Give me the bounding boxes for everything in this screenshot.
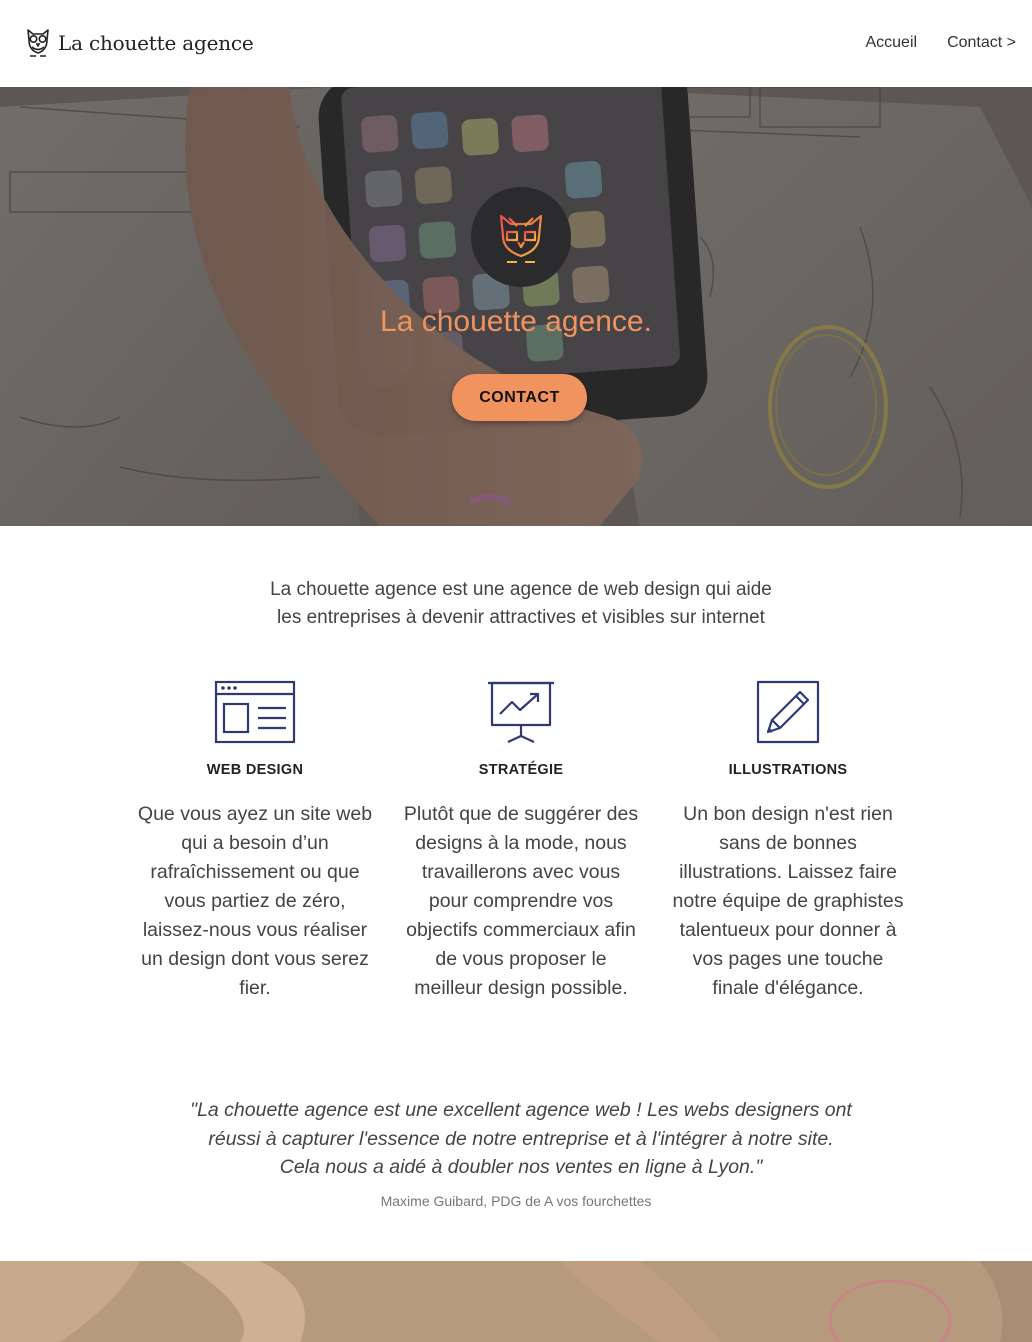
- brand-name: La chouette agence: [58, 31, 254, 55]
- service-text-web-design: Que vous ayez un site web qui a besoin d…: [137, 803, 373, 999]
- service-strategie: STRATÉGIE Plutôt que de suggérer des des…: [401, 680, 641, 1003]
- hero-section: La chouette agence. CONTACT: [0, 87, 1032, 526]
- brand-logo[interactable]: La chouette agence: [24, 26, 254, 60]
- bottom-background-image: [0, 1261, 1032, 1342]
- service-text-illustrations: Un bon design n'est rien sans de bonnes …: [672, 803, 904, 999]
- service-title-strategie: STRATÉGIE: [478, 762, 564, 778]
- site-header: La chouette agence Accueil Contact >: [0, 0, 1032, 87]
- service-text-strategie: Plutôt que de suggérer des designs à la …: [403, 803, 639, 999]
- testimonial-author: Maxime Guibard, PDG de A vos fourchettes: [380, 1193, 652, 1209]
- service-title-illustrations: ILLUSTRATIONS: [728, 762, 848, 778]
- hero-title: La chouette agence.: [380, 305, 652, 338]
- bottom-image-band: [0, 1261, 1032, 1342]
- main-nav: Accueil Contact >: [865, 34, 1016, 52]
- contact-button[interactable]: CONTACT: [452, 374, 587, 421]
- service-illustrations: ILLUSTRATIONS Un bon design n'est rien s…: [668, 680, 908, 1003]
- strategy-chart-icon: [488, 681, 554, 743]
- owl-icon: [27, 29, 49, 57]
- service-title-web-design: WEB DESIGN: [206, 762, 304, 778]
- service-web-design: WEB DESIGN Que vous ayez un site web qui…: [135, 680, 375, 1003]
- nav-link-accueil[interactable]: Accueil: [865, 34, 917, 52]
- intro-text: La chouette agence est une agence de web…: [270, 579, 772, 628]
- testimonial-quote: "La chouette agence est une excellent ag…: [190, 1099, 852, 1178]
- owl-logo-icon: [499, 214, 543, 263]
- web-design-icon: [214, 680, 296, 744]
- pencil-icon: [756, 680, 820, 744]
- nav-link-contact[interactable]: Contact >: [947, 34, 1016, 52]
- hero-badge: [471, 187, 571, 287]
